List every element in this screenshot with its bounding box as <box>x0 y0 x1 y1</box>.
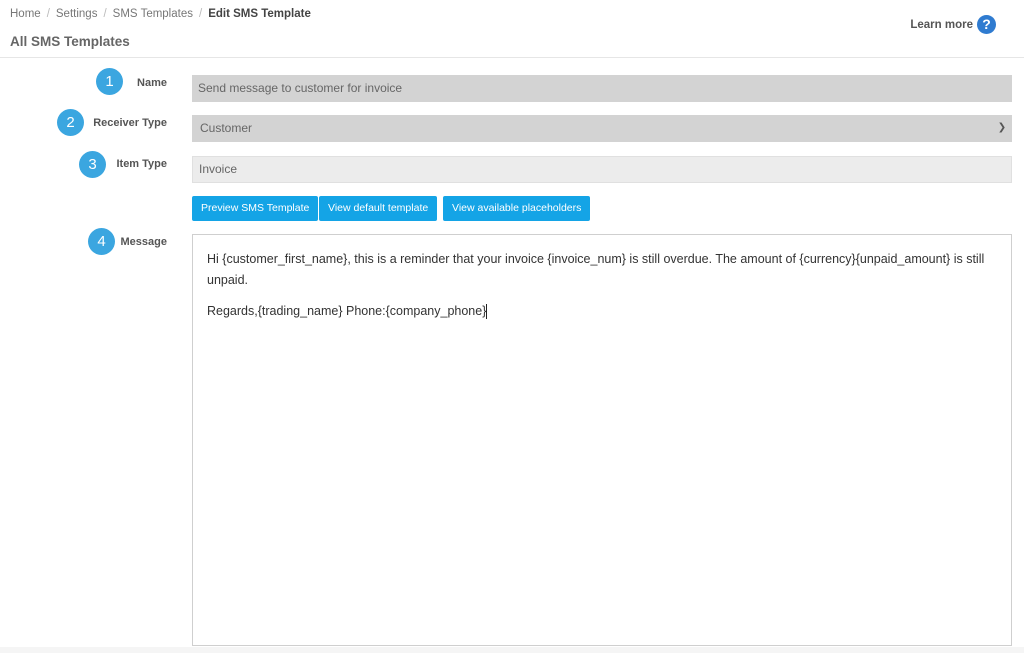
message-line-1: Hi {customer_first_name}, this is a remi… <box>207 252 985 287</box>
item-type-field[interactable]: Invoice <box>192 156 1012 183</box>
message-textarea[interactable]: Hi {customer_first_name}, this is a remi… <box>192 234 1012 646</box>
message-label: Message <box>120 236 167 248</box>
preview-sms-template-button[interactable]: Preview SMS Template <box>192 196 319 221</box>
receiver-type-select[interactable]: Customer ❯ <box>192 115 1012 142</box>
footer-strip <box>0 647 1024 653</box>
view-default-template-button[interactable]: View default template <box>319 196 438 221</box>
breadcrumb-settings[interactable]: Settings <box>56 8 98 20</box>
text-cursor <box>486 304 488 320</box>
breadcrumb-home[interactable]: Home <box>10 8 41 20</box>
page-header: Home / Settings / SMS Templates / Edit SMS Tem… <box>0 0 1024 58</box>
item-type-label: Item Type <box>116 158 167 170</box>
question-circle-icon[interactable]: ? <box>977 15 996 34</box>
breadcrumb-separator: / <box>46 8 50 20</box>
chevron-down-icon: ❯ <box>997 122 1007 133</box>
name-field[interactable]: Send message to customer for invoice <box>192 75 1012 102</box>
edit-template-form: 1 Name Send message to customer for invo… <box>0 59 1024 653</box>
view-available-placeholders-button[interactable]: View available placeholders <box>443 196 591 221</box>
breadcrumb: Home / Settings / SMS Templates / Edit SMS Tem… <box>10 8 311 20</box>
learn-more-link[interactable]: Learn more ? <box>910 15 996 34</box>
page-title: All SMS Templates <box>10 34 130 49</box>
message-line-2: Regards,{trading_name} Phone:{company_ph… <box>207 304 487 318</box>
breadcrumb-sms-templates[interactable]: SMS Templates <box>113 8 193 20</box>
learn-more-label: Learn more <box>910 18 973 31</box>
breadcrumb-separator: / <box>103 8 107 20</box>
name-label: Name <box>137 77 167 89</box>
receiver-type-value: Customer <box>200 121 253 135</box>
breadcrumb-separator: / <box>198 8 203 20</box>
receiver-type-label: Receiver Type <box>93 117 167 129</box>
breadcrumb-current: Edit SMS Template <box>208 8 311 20</box>
